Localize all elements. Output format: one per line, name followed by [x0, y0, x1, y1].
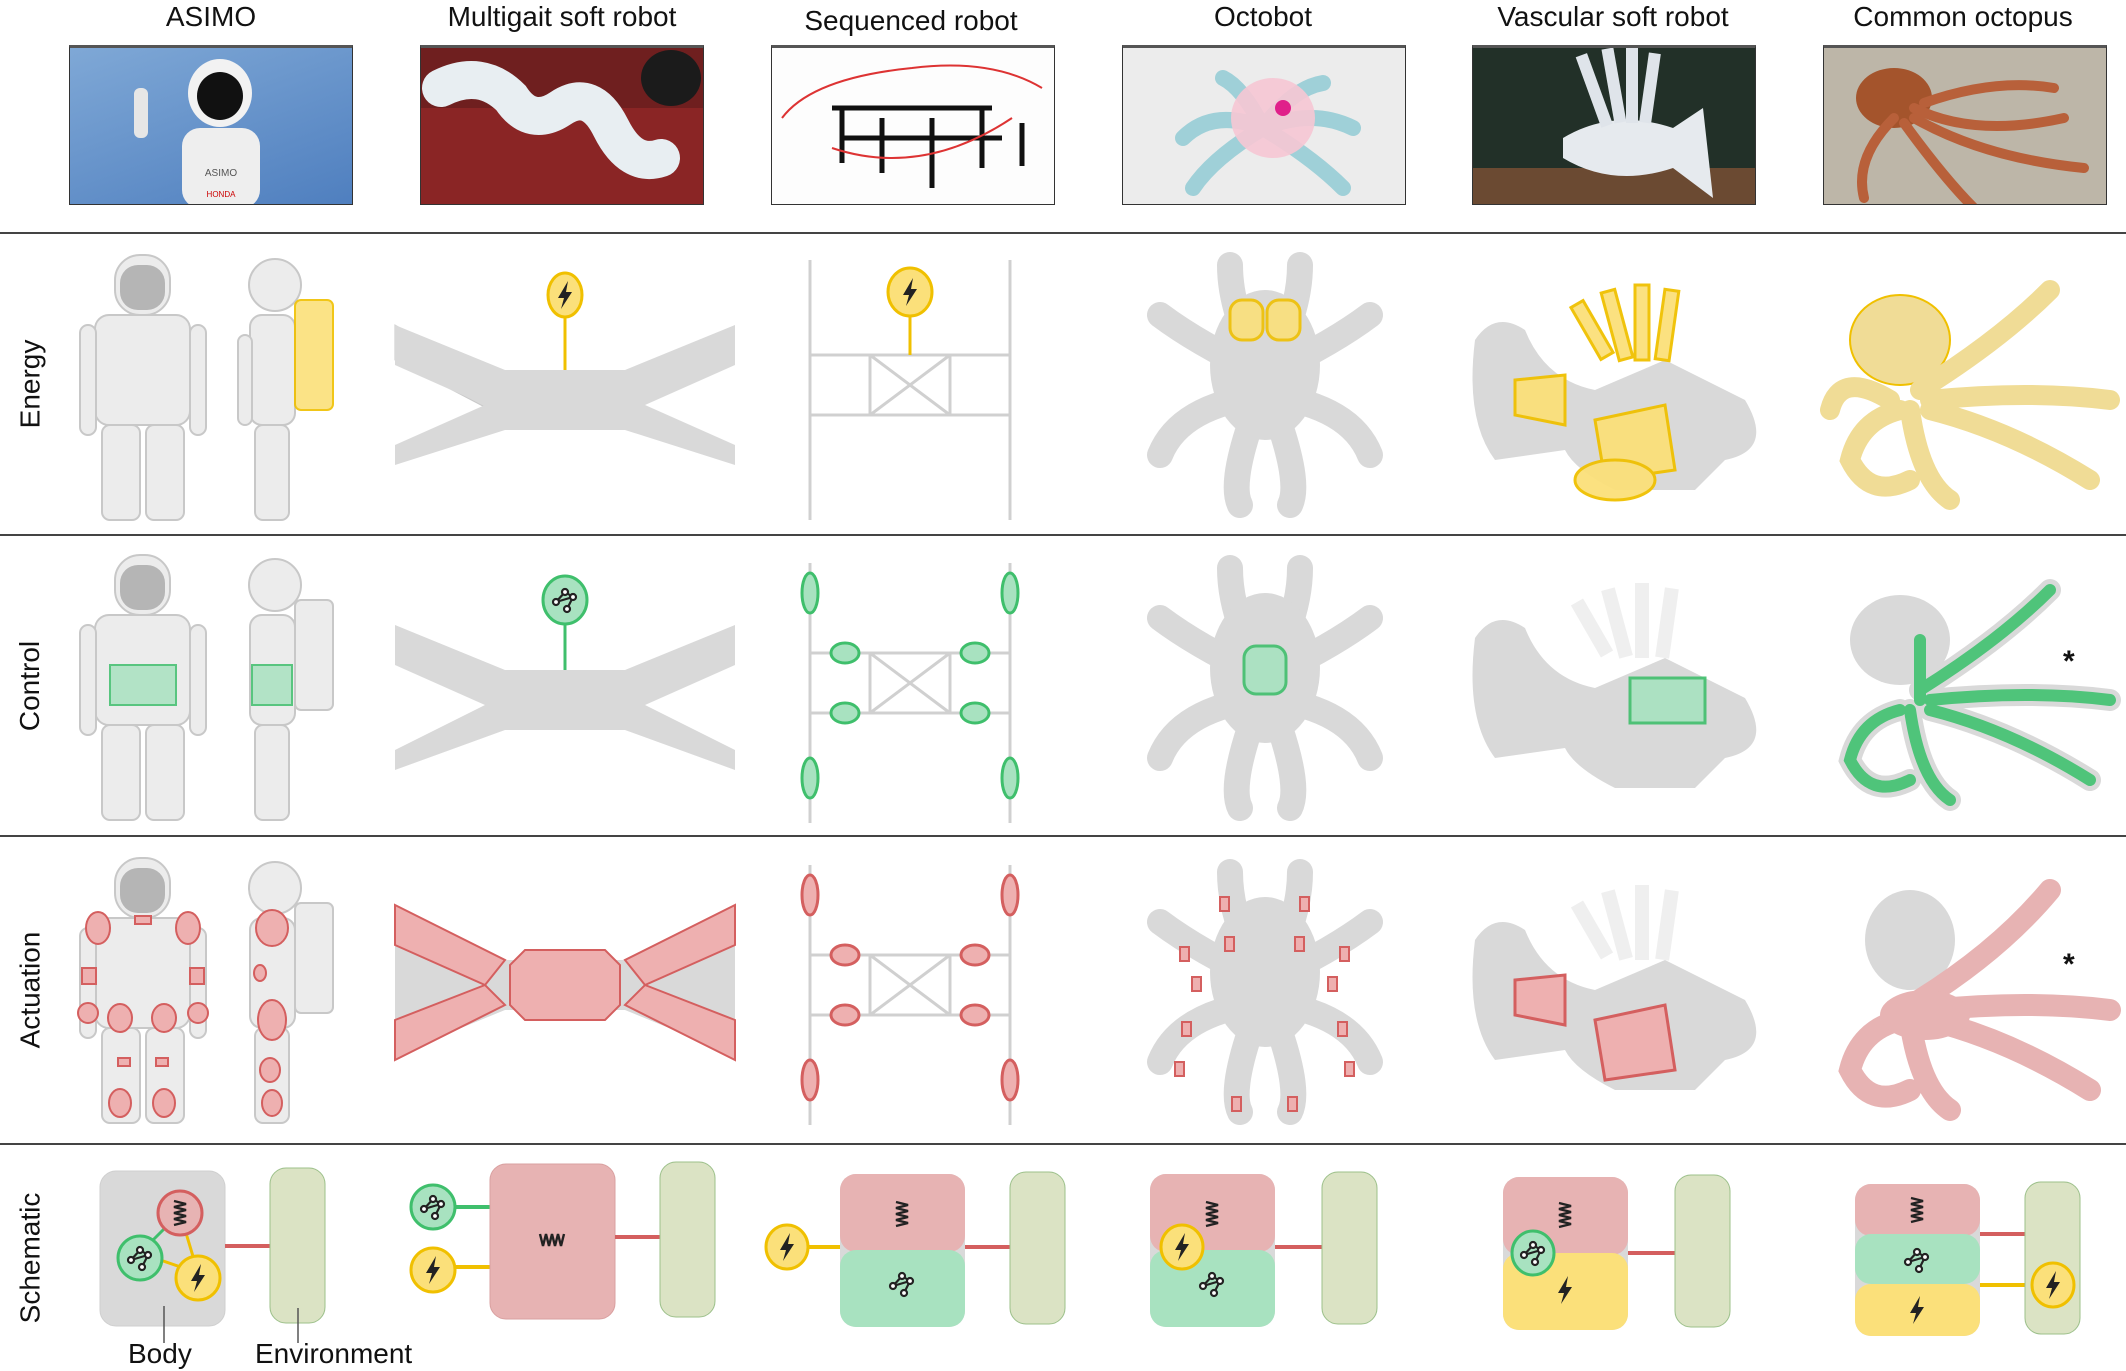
environment-box: [1674, 1174, 1731, 1328]
octobot-control-figure: [1120, 555, 1410, 821]
octobot-figure-icon: [1175, 70, 1361, 196]
octobot-energy-figure: [1120, 252, 1410, 518]
svg-text:HONDA: HONDA: [207, 190, 237, 199]
octopus-energy-figure: [1810, 280, 2120, 510]
row-label-schematic: Schematic: [0, 1145, 60, 1371]
body-legend-label: Body: [128, 1338, 192, 1369]
vascular-actuation-figure: [1465, 870, 1765, 1110]
octobot-actuation-figure: [1120, 859, 1410, 1125]
environment-legend-label: Environment: [255, 1338, 413, 1369]
row-label-control: Control: [0, 536, 60, 835]
vascular-control-figure: [1465, 568, 1765, 808]
column-title-vascular: Vascular soft robot: [1497, 1, 1729, 32]
asterisk-note-actuation: *: [2063, 948, 2075, 981]
asimo-control-figure: [79, 545, 350, 825]
environment-box: [659, 1161, 716, 1318]
asimo-energy-figure: [79, 245, 350, 525]
octopus-figure-icon: [1856, 68, 2089, 204]
environment-box: [1321, 1171, 1378, 1325]
octopus-control-figure: [1810, 579, 2121, 811]
controller-highlight: [251, 664, 293, 706]
row-label-text: Schematic: [14, 1192, 45, 1324]
vascular-photo: [1472, 45, 1756, 205]
sequenced-schematic: [760, 1171, 1070, 1332]
multigait-actuation-figure: [394, 903, 736, 1065]
row-label-text: Energy: [14, 339, 45, 429]
column-title-sequenced: Sequenced robot: [804, 5, 1018, 36]
legged-robot-figure-icon: [781, 64, 1043, 188]
column-title-octopus: Common octopus: [1853, 1, 2073, 32]
body-box: [489, 1163, 616, 1320]
column-title-asimo: ASIMO: [165, 1, 257, 32]
controller-highlight: [109, 664, 177, 706]
octopus-photo: [1823, 45, 2107, 205]
octopus-actuation-figure: [1810, 879, 2121, 1121]
battery-pack-highlight: [294, 299, 334, 411]
environment-box: [2024, 1181, 2081, 1335]
svg-text:ASIMO: ASIMO: [205, 168, 237, 179]
vascular-energy-figure: [1465, 270, 1765, 510]
asimo-schematic: [95, 1167, 335, 1343]
multigait-photo: [420, 45, 704, 205]
column-title-multigait: Multigait soft robot: [447, 1, 677, 32]
vascular-schematic: [1503, 1174, 1763, 1335]
sequenced-photo: [771, 45, 1055, 205]
asterisk-note-control: *: [2063, 645, 2075, 678]
fish-robot-figure-icon: [1473, 48, 1755, 204]
sequenced-control-figure: [790, 553, 1040, 833]
environment-box: [269, 1167, 326, 1324]
asimo-figure-icon: ASIMO HONDA: [134, 59, 260, 204]
row-separator: [0, 835, 2126, 837]
multigait-control-figure: [395, 560, 735, 780]
column-title-octobot: Octobot: [1213, 1, 1313, 32]
control-block: [840, 1250, 965, 1327]
asimo-photo: ASIMO HONDA: [69, 45, 353, 205]
octobot-schematic: [1150, 1171, 1410, 1332]
multigait-schematic: [405, 1161, 716, 1327]
soft-robot-figure-icon: [421, 48, 703, 179]
sequenced-actuation-figure: [790, 855, 1040, 1135]
row-label-text: Control: [14, 640, 46, 731]
row-separator: [0, 232, 2126, 234]
row-separator: [0, 1143, 2126, 1145]
row-separator: [0, 534, 2126, 536]
octobot-photo: [1122, 45, 1406, 205]
row-label-actuation: Actuation: [0, 837, 60, 1143]
octopus-schematic: [1855, 1181, 2085, 1342]
row-label-text: Actuation: [14, 931, 45, 1049]
multigait-energy-figure: [394, 255, 735, 475]
actuation-block: [1855, 1184, 1980, 1236]
environment-box: [1009, 1171, 1066, 1325]
row-label-energy: Energy: [0, 234, 60, 534]
asimo-actuation-figure: [77, 848, 350, 1128]
sequenced-energy-figure: [790, 250, 1040, 530]
